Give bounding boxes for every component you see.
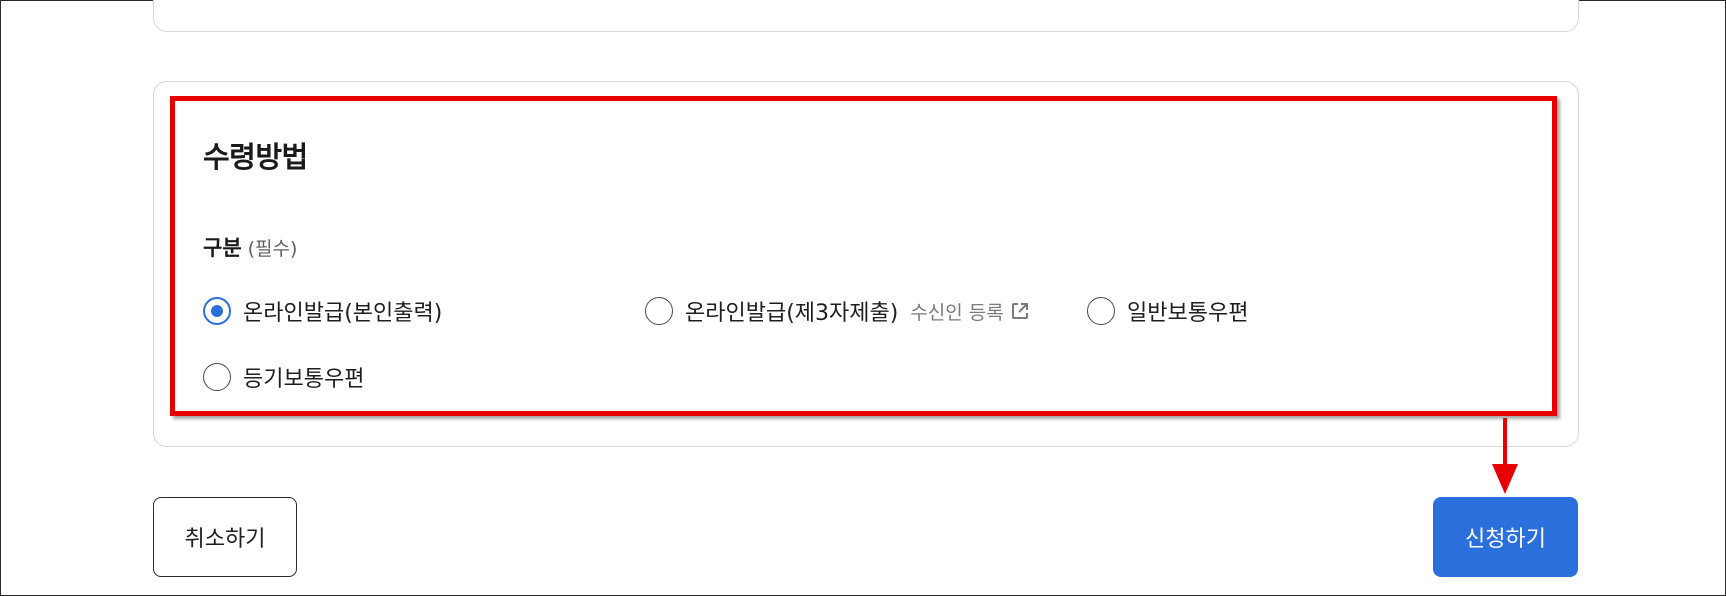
submit-button[interactable]: 신청하기: [1433, 497, 1578, 577]
receipt-method-card: [153, 81, 1579, 447]
recipient-register-label: 수신인 등록: [910, 301, 1004, 324]
option-regular-mail[interactable]: 일반보통우편: [1087, 294, 1248, 328]
radio-button[interactable]: [645, 297, 673, 325]
radio-button[interactable]: [1087, 297, 1115, 325]
external-link-icon: [1011, 303, 1028, 319]
recipient-register-link[interactable]: 수신인 등록: [910, 298, 1029, 325]
previous-section-card: [153, 0, 1579, 32]
option-label: 등기보통우편: [243, 367, 365, 392]
option-online-third-party[interactable]: 온라인발급(제3자제출) 수신인 등록: [645, 294, 1030, 328]
required-indicator: (필수): [247, 238, 298, 260]
section-title: 수령방법: [203, 140, 308, 174]
cancel-button[interactable]: 취소하기: [153, 497, 297, 577]
radio-button[interactable]: [203, 363, 231, 391]
option-label: 일반보통우편: [1127, 301, 1249, 326]
option-registered-mail[interactable]: 등기보통우편: [203, 360, 364, 394]
field-label: 구분 (필수): [203, 232, 297, 262]
radio-button-checked[interactable]: [203, 297, 231, 325]
option-online-self-print[interactable]: 온라인발급(본인출력): [203, 294, 442, 328]
option-label: 온라인발급(제3자제출): [685, 301, 899, 326]
field-label-text: 구분: [203, 236, 242, 260]
option-label: 온라인발급(본인출력): [243, 301, 443, 326]
